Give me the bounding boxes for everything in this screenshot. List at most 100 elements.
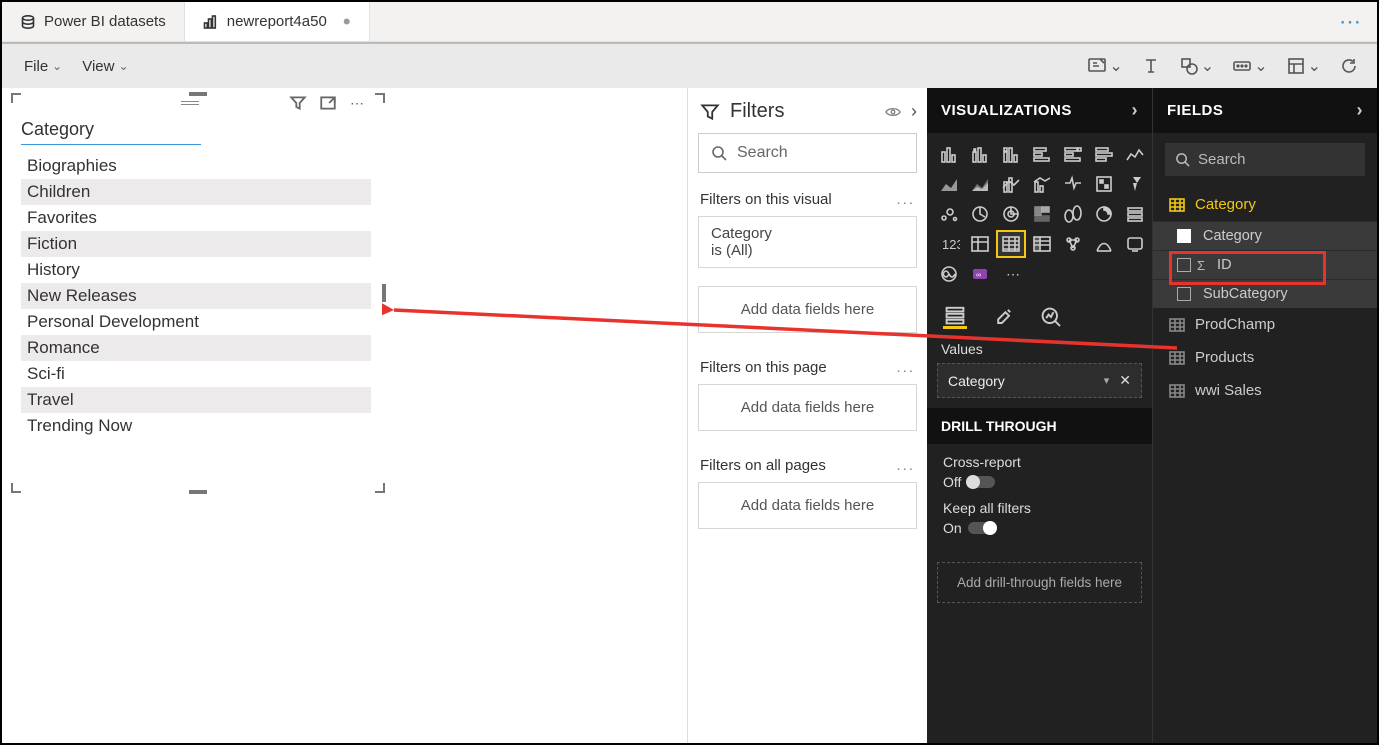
visual-column-header[interactable]: Category xyxy=(21,119,371,144)
table-visual[interactable]: ⋯ Category BiographiesChildrenFavoritesF… xyxy=(11,93,385,493)
filter-icon[interactable] xyxy=(289,95,307,111)
tab-fields[interactable] xyxy=(943,305,967,329)
chevron-right-icon[interactable]: › xyxy=(1132,100,1139,121)
viz-clustered-hbar[interactable] xyxy=(1059,141,1087,167)
filters-page-dropzone[interactable]: Add data fields here xyxy=(698,384,917,431)
chevron-down-icon[interactable]: ▾ xyxy=(1104,374,1110,387)
focus-mode-icon[interactable] xyxy=(319,95,337,111)
tab-report[interactable]: newreport4a50 • xyxy=(185,2,370,41)
table-row[interactable]: History xyxy=(21,257,371,283)
field-table-wwi-sales[interactable]: wwi Sales xyxy=(1153,374,1377,407)
field-table-prodchamp[interactable]: ProdChamp xyxy=(1153,308,1377,341)
tab-format[interactable] xyxy=(991,305,1015,329)
viz-stacked-column[interactable] xyxy=(997,141,1025,167)
tab-datasets[interactable]: Power BI datasets xyxy=(2,2,185,41)
chevron-right-icon[interactable]: › xyxy=(911,101,917,122)
field-column-category[interactable]: Category xyxy=(1153,221,1377,250)
more-icon[interactable]: ... xyxy=(896,191,915,208)
keep-filters-toggle[interactable]: On xyxy=(943,520,996,536)
viz-more[interactable]: ⋯ xyxy=(997,261,1025,287)
sigma-icon: Σ xyxy=(1197,258,1205,273)
filters-search[interactable]: Search xyxy=(698,133,917,173)
field-table-products[interactable]: Products xyxy=(1153,341,1377,374)
viz-stacked-hbar[interactable] xyxy=(1028,141,1056,167)
viz-scatter[interactable] xyxy=(935,201,963,227)
table-row[interactable]: Personal Development xyxy=(21,309,371,335)
table-row[interactable]: Trending Now xyxy=(21,413,371,439)
viz-matrix[interactable] xyxy=(1028,231,1056,257)
drag-handle-icon[interactable] xyxy=(181,101,199,105)
table-row[interactable]: Children xyxy=(21,179,371,205)
report-canvas[interactable]: ⋯ Category BiographiesChildrenFavoritesF… xyxy=(2,88,687,743)
viz-waterfall[interactable] xyxy=(1090,171,1118,197)
tab-analytics[interactable] xyxy=(1039,305,1063,329)
viz-clustered-bar[interactable] xyxy=(966,141,994,167)
table-row[interactable]: Romance xyxy=(21,335,371,361)
viz-r-visual[interactable] xyxy=(1121,231,1149,257)
viz-gauge[interactable] xyxy=(1121,201,1149,227)
action-textbox[interactable] xyxy=(1141,56,1161,76)
field-column-id[interactable]: ΣID xyxy=(1153,250,1377,279)
viz-multi-row-card[interactable] xyxy=(966,231,994,257)
visibility-icon[interactable] xyxy=(885,104,901,120)
viz-table[interactable] xyxy=(997,231,1025,257)
filters-title: Filters xyxy=(730,100,875,123)
drillthrough-dropzone[interactable]: Add drill-through fields here xyxy=(937,562,1142,603)
field-table-category[interactable]: Category xyxy=(1153,188,1377,221)
filters-allpages-dropzone[interactable]: Add data fields here xyxy=(698,482,917,529)
action-shapes[interactable]: ⌄ xyxy=(1179,56,1214,76)
viz-ribbon[interactable] xyxy=(1059,171,1087,197)
more-options-icon[interactable]: ⋯ xyxy=(349,95,367,111)
table-row[interactable]: New Releases xyxy=(21,283,371,309)
filter-card-category[interactable]: Category is (All) xyxy=(698,216,917,268)
more-icon[interactable]: ... xyxy=(896,457,915,474)
chevron-down-icon: ⌄ xyxy=(1109,56,1122,76)
chevron-right-icon[interactable]: › xyxy=(1357,100,1364,121)
table-row[interactable]: Biographies xyxy=(21,153,371,179)
viz-donut[interactable] xyxy=(997,201,1025,227)
viz-filled-map[interactable] xyxy=(1090,201,1118,227)
viz-pie[interactable] xyxy=(966,201,994,227)
viz-100-hbar[interactable] xyxy=(1090,141,1118,167)
values-well[interactable]: Category ▾ ✕ xyxy=(937,363,1142,398)
viz-treemap[interactable] xyxy=(1028,201,1056,227)
table-row[interactable]: Favorites xyxy=(21,205,371,231)
action-buttons[interactable]: ⌄ xyxy=(1232,56,1267,76)
viz-line-stacked[interactable] xyxy=(1028,171,1056,197)
viz-powerapps[interactable]: ∞ xyxy=(966,261,994,287)
viz-globe[interactable] xyxy=(935,261,963,287)
unsaved-dot-icon: • xyxy=(343,11,351,33)
checkbox[interactable] xyxy=(1177,287,1191,301)
filters-visual-dropzone[interactable]: Add data fields here xyxy=(698,286,917,333)
action-refresh[interactable] xyxy=(1339,56,1359,76)
cross-report-toggle[interactable]: Off xyxy=(943,474,995,490)
table-row[interactable]: Travel xyxy=(21,387,371,413)
checkbox[interactable] xyxy=(1177,258,1191,272)
field-column-subcategory[interactable]: SubCategory xyxy=(1153,279,1377,308)
viz-stacked-bar[interactable] xyxy=(935,141,963,167)
tabs-more-icon[interactable]: ⋯ xyxy=(1323,9,1377,35)
menu-view[interactable]: View⌄ xyxy=(72,54,138,79)
chevron-down-icon: ⌄ xyxy=(1308,56,1321,76)
action-reading-view[interactable]: ⌄ xyxy=(1087,56,1122,76)
table-row[interactable]: Sci-fi xyxy=(21,361,371,387)
action-layout[interactable]: ⌄ xyxy=(1286,56,1321,76)
viz-map[interactable] xyxy=(1059,201,1087,227)
fields-panel: FIELDS› Search CategoryCategoryΣIDSubCat… xyxy=(1152,88,1377,743)
filters-all-pages-header: Filters on all pages... xyxy=(688,453,927,478)
viz-line[interactable] xyxy=(1121,141,1149,167)
viz-decomposition[interactable] xyxy=(1090,231,1118,257)
menu-file[interactable]: File⌄ xyxy=(14,54,72,79)
remove-field-icon[interactable]: ✕ xyxy=(1119,372,1131,389)
checkbox[interactable] xyxy=(1177,229,1191,243)
table-row[interactable]: Fiction xyxy=(21,231,371,257)
fields-search[interactable]: Search xyxy=(1165,143,1365,176)
viz-line-clustered[interactable] xyxy=(997,171,1025,197)
viz-stacked-area[interactable] xyxy=(966,171,994,197)
viz-funnel[interactable] xyxy=(1121,171,1149,197)
fields-header: FIELDS› xyxy=(1153,88,1377,133)
viz-card[interactable]: 123 xyxy=(935,231,963,257)
viz-key-influencers[interactable] xyxy=(1059,231,1087,257)
viz-area[interactable] xyxy=(935,171,963,197)
more-icon[interactable]: ... xyxy=(896,359,915,376)
